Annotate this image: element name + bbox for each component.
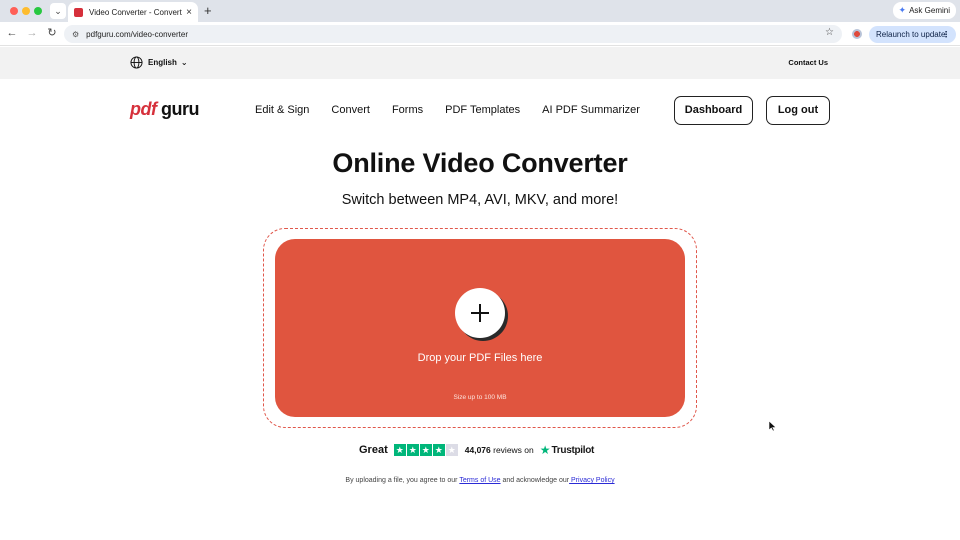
address-bar[interactable]: ⚙ pdfguru.com/video-converter ☆: [64, 25, 842, 43]
page-title: Online Video Converter: [332, 148, 628, 178]
ask-gemini-button[interactable]: ✦ Ask Gemini: [892, 2, 956, 19]
relaunch-label: Relaunch to update: [876, 30, 946, 39]
forward-arrow-icon[interactable]: →: [24, 25, 40, 41]
extension-icon[interactable]: [852, 29, 862, 39]
rating-word: Great: [359, 444, 388, 456]
star-icon: ★: [419, 444, 432, 456]
browser-tab-active[interactable]: Video Converter - Convert Vi ×: [68, 2, 198, 22]
trustpilot-rating[interactable]: Great ★ ★ ★ ★ ★ 44,076 reviews on ★ Trus…: [359, 443, 594, 457]
close-window-button[interactable]: [10, 7, 18, 15]
pdfguru-logo[interactable]: pdf guru: [130, 99, 200, 120]
dashboard-button[interactable]: Dashboard: [674, 96, 753, 125]
rating-stars: ★ ★ ★ ★ ★: [393, 444, 459, 456]
pdfguru-favicon-icon: [74, 7, 83, 17]
star-icon: ★: [406, 444, 419, 456]
relaunch-to-update-button[interactable]: Relaunch to update ⋮: [869, 26, 956, 43]
star-icon: ★: [393, 444, 406, 456]
logo-pdf-text: pdf: [130, 99, 157, 119]
star-icon: ★: [432, 444, 445, 456]
plus-icon: [471, 304, 489, 322]
nav-convert[interactable]: Convert: [331, 104, 370, 116]
star-empty-icon: ★: [445, 444, 458, 456]
nav-pdf-templates[interactable]: PDF Templates: [445, 104, 520, 116]
new-tab-button[interactable]: +: [204, 2, 212, 20]
review-count: 44,076 reviews on: [465, 445, 534, 455]
browser-toolbar: ← → ↻ ⚙ pdfguru.com/video-converter ☆: [0, 22, 960, 46]
legal-notice: By uploading a file, you agree to our Te…: [0, 477, 960, 484]
more-menu-icon[interactable]: ⋮: [942, 26, 950, 43]
logout-button[interactable]: Log out: [766, 96, 830, 125]
browser-tab-bar: ⌄ Video Converter - Convert Vi × + ✦ Ask…: [0, 0, 960, 22]
tab-close-icon[interactable]: ×: [186, 7, 192, 18]
url-text: pdfguru.com/video-converter: [86, 29, 188, 39]
tab-search-chevron-icon[interactable]: ⌄: [50, 3, 66, 19]
main-nav: Edit & Sign Convert Forms PDF Templates …: [255, 104, 662, 116]
file-size-limit: Size up to 100 MB: [453, 394, 507, 401]
terms-of-use-link[interactable]: Terms of Use: [459, 477, 500, 484]
back-arrow-icon[interactable]: ←: [4, 25, 20, 41]
review-count-number: 44,076: [464, 445, 491, 455]
chevron-down-icon: ⌄: [180, 58, 188, 67]
legal-middle: and acknowledge our: [500, 477, 570, 484]
trustpilot-star-icon: ★: [539, 443, 551, 457]
nav-ai-pdf-summarizer[interactable]: AI PDF Summarizer: [542, 104, 640, 116]
drop-files-label: Drop your PDF Files here: [417, 352, 543, 364]
gemini-sparkle-icon: ✦: [898, 5, 907, 15]
ask-gemini-label: Ask Gemini: [909, 6, 950, 15]
trustpilot-brand: Trustpilot: [551, 444, 595, 456]
minimize-window-button[interactable]: [22, 7, 30, 15]
bookmark-star-icon[interactable]: ☆: [825, 27, 834, 38]
nav-forms[interactable]: Forms: [392, 104, 423, 116]
contact-us-link[interactable]: Contact Us: [788, 58, 828, 67]
language-selector[interactable]: English ⌄: [130, 56, 188, 69]
privacy-policy-link[interactable]: Privacy Policy: [569, 477, 615, 484]
reviews-suffix: reviews on: [493, 445, 534, 455]
legal-prefix: By uploading a file, you agree to our: [345, 477, 460, 484]
logo-guru-text: guru: [161, 99, 200, 119]
globe-icon: [130, 56, 143, 69]
site-info-icon[interactable]: ⚙: [72, 30, 79, 39]
upload-button[interactable]: [455, 288, 505, 338]
page-subtitle: Switch between MP4, AVI, MKV, and more!: [341, 192, 619, 208]
reload-icon[interactable]: ↻: [44, 25, 60, 41]
mouse-cursor-icon: [769, 421, 777, 431]
language-label: English: [148, 58, 177, 67]
maximize-window-button[interactable]: [34, 7, 42, 15]
utility-bar: English ⌄ Contact Us: [0, 47, 960, 79]
tab-title: Video Converter - Convert Vi: [89, 7, 183, 17]
nav-edit-sign[interactable]: Edit & Sign: [255, 104, 309, 116]
